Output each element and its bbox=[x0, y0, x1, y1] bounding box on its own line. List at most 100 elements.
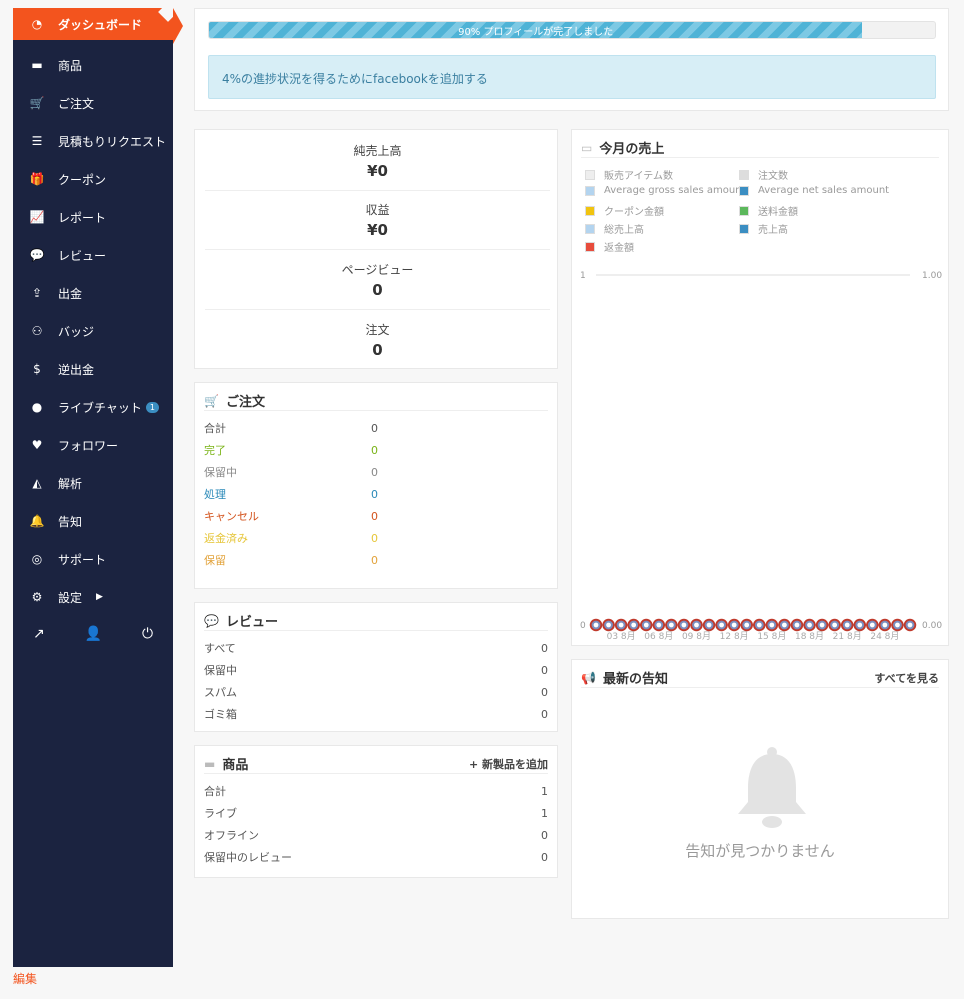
list-item[interactable]: 保留中のレビュー 0 bbox=[204, 848, 548, 866]
legend-entry[interactable]: クーポン金額 bbox=[585, 203, 664, 218]
sidebar: ◔ ダッシュボード ▬ 商品 🛒 ご注文 ☰ 見積もりリクエスト 🎁 クーポン 📈 レポート 💬 レビュー… bbox=[13, 8, 183, 967]
profile-panel: 90% プロフィールが完了しました 4%の進捗状況を得るためにfacebookを… bbox=[194, 8, 949, 111]
sidebar-item-13[interactable]: 🔔 告知 bbox=[13, 505, 173, 537]
row-label: 合計 bbox=[204, 422, 226, 435]
list-item[interactable]: ゴミ箱 0 bbox=[204, 705, 548, 723]
credit-card-icon: ▭ bbox=[581, 140, 593, 155]
divider bbox=[205, 249, 550, 250]
legend-swatch bbox=[585, 169, 595, 180]
list-item[interactable]: 合計 1 bbox=[204, 782, 548, 800]
legend-swatch bbox=[585, 223, 595, 234]
sidebar-item-0[interactable]: ◔ ダッシュボード bbox=[13, 8, 183, 44]
legend-swatch bbox=[739, 185, 749, 196]
facebook-alert[interactable]: 4%の進捗状況を得るためにfacebookを追加する bbox=[208, 55, 936, 99]
sidebar-item-10[interactable]: ● ライブチャット 1 bbox=[13, 391, 173, 423]
orders-header: 🛒 ご注文 bbox=[204, 391, 548, 411]
sidebar-item-14[interactable]: ◎ サポート bbox=[13, 543, 173, 575]
sidebar-item-4[interactable]: 🎁 クーポン bbox=[13, 163, 173, 195]
legend-swatch bbox=[739, 205, 749, 216]
list-item[interactable]: 合計 0 bbox=[204, 419, 548, 437]
reviews-header: 💬 レビュー bbox=[204, 611, 548, 631]
external-link-icon[interactable]: ↗ bbox=[33, 626, 45, 642]
list-item[interactable]: 返金済み 0 bbox=[204, 529, 548, 547]
y-tick-label-right: 0.00 bbox=[922, 621, 942, 631]
user-icon[interactable]: 👤 bbox=[85, 626, 102, 642]
legend-swatch bbox=[739, 169, 749, 180]
legend-entry[interactable]: 送料金額 bbox=[739, 203, 798, 218]
legend-label: 総売上高 bbox=[604, 225, 644, 236]
list-item[interactable]: 完了 0 bbox=[204, 441, 548, 459]
stat-label: 収益 bbox=[365, 203, 390, 217]
view-all-link[interactable]: すべてを見る bbox=[874, 670, 939, 686]
sidebar-item-12[interactable]: ◭ 解析 bbox=[13, 467, 173, 499]
list-item[interactable]: すべて 0 bbox=[204, 639, 548, 657]
legend-swatch bbox=[739, 223, 749, 234]
stat-value: 0 bbox=[372, 281, 383, 299]
legend-entry[interactable]: 総売上高 bbox=[585, 221, 644, 236]
sidebar-item-5[interactable]: 📈 レポート bbox=[13, 201, 173, 233]
legend-entry[interactable]: 売上高 bbox=[739, 221, 788, 236]
stat-value: 0 bbox=[372, 341, 383, 359]
list-item[interactable]: 保留中 0 bbox=[204, 661, 548, 679]
list-item[interactable]: 処理 0 bbox=[204, 485, 548, 503]
legend-swatch bbox=[585, 205, 595, 216]
list-item[interactable]: キャンセル 0 bbox=[204, 507, 548, 525]
sidebar-item-label: 設定 bbox=[58, 590, 83, 605]
profile-progress: 90% プロフィールが完了しました bbox=[208, 21, 936, 39]
list-item[interactable]: ライブ 1 bbox=[204, 804, 548, 822]
edit-link[interactable]: 編集 bbox=[13, 970, 37, 987]
line-chart-icon: 📈 bbox=[29, 210, 45, 224]
list-item[interactable]: 保留 0 bbox=[204, 551, 548, 569]
x-tick-label: 12 8月 bbox=[720, 631, 749, 642]
add-product-link[interactable]: + 新製品を追加 bbox=[469, 756, 548, 772]
stat-value: ¥0 bbox=[367, 162, 388, 180]
legend-entry[interactable]: Average net sales amount bbox=[739, 185, 889, 196]
sidebar-item-7[interactable]: ⇪ 出金 bbox=[13, 277, 173, 309]
row-value: 0 bbox=[541, 828, 548, 842]
row-label: ライブ bbox=[204, 807, 237, 820]
x-tick-label: 03 8月 bbox=[607, 631, 636, 642]
list-item[interactable]: 保留中 0 bbox=[204, 463, 548, 481]
list-item[interactable]: オフライン 0 bbox=[204, 826, 548, 844]
sidebar-item-label: バッジ bbox=[58, 324, 95, 339]
sidebar-item-label: レポート bbox=[58, 210, 107, 225]
legend-entry[interactable]: 返金額 bbox=[585, 239, 634, 254]
row-value: 1 bbox=[541, 806, 548, 820]
stat-orders: 注文 0 bbox=[205, 321, 550, 359]
products-panel: ▬ 商品 + 新製品を追加 合計 1 ライブ 1 オフライン 0 保留中のレビュー 0 bbox=[194, 745, 558, 878]
gift-icon: 🎁 bbox=[29, 172, 45, 186]
x-tick-label: 24 8月 bbox=[870, 631, 899, 642]
stat-pageviews: ページビュー 0 bbox=[205, 261, 550, 299]
row-value: 0 bbox=[371, 421, 378, 435]
sidebar-item-9[interactable]: $ 逆出金 bbox=[13, 353, 173, 385]
sidebar-item-8[interactable]: ⚇ バッジ bbox=[13, 315, 173, 347]
stat-value: ¥0 bbox=[367, 221, 388, 239]
sidebar-item-label: クーポン bbox=[58, 172, 107, 187]
sidebar-item-11[interactable]: ♥ フォロワー bbox=[13, 429, 173, 461]
legend-label: Average gross sales amount bbox=[604, 185, 746, 196]
list-item[interactable]: スパム 0 bbox=[204, 683, 548, 701]
briefcase-icon: ▬ bbox=[204, 756, 216, 771]
sidebar-item-1[interactable]: ▬ 商品 bbox=[13, 49, 173, 81]
row-label: 完了 bbox=[204, 444, 226, 457]
sidebar-item-label: 告知 bbox=[58, 514, 83, 529]
row-label: 保留中 bbox=[204, 664, 237, 677]
power-icon[interactable]: ⏻ bbox=[142, 626, 153, 642]
legend-entry[interactable]: 販売アイテム数 bbox=[585, 167, 673, 182]
gear-icon: ⚙ bbox=[31, 590, 43, 604]
dashboard-icon: ◔ bbox=[31, 17, 43, 31]
row-label: 保留中 bbox=[204, 466, 237, 479]
sidebar-item-2[interactable]: 🛒 ご注文 bbox=[13, 87, 173, 119]
row-value: 0 bbox=[541, 685, 548, 699]
products-title: 商品 bbox=[222, 758, 249, 773]
row-value: 1 bbox=[541, 784, 548, 798]
sidebar-item-15[interactable]: ⚙ 設定 ▶ bbox=[13, 581, 173, 613]
legend-entry[interactable]: 注文数 bbox=[739, 167, 788, 182]
sidebar-item-3[interactable]: ☰ 見積もりリクエスト bbox=[13, 125, 173, 157]
stat-label: ページビュー bbox=[341, 263, 414, 277]
legend-entry[interactable]: Average gross sales amount bbox=[585, 185, 745, 196]
sidebar-item-6[interactable]: 💬 レビュー bbox=[13, 239, 173, 271]
facebook-alert-text: 4%の進捗状況を得るためにfacebookを追加する bbox=[222, 72, 488, 86]
sidebar-item-label: フォロワー bbox=[58, 438, 119, 453]
row-label: キャンセル bbox=[204, 510, 259, 523]
